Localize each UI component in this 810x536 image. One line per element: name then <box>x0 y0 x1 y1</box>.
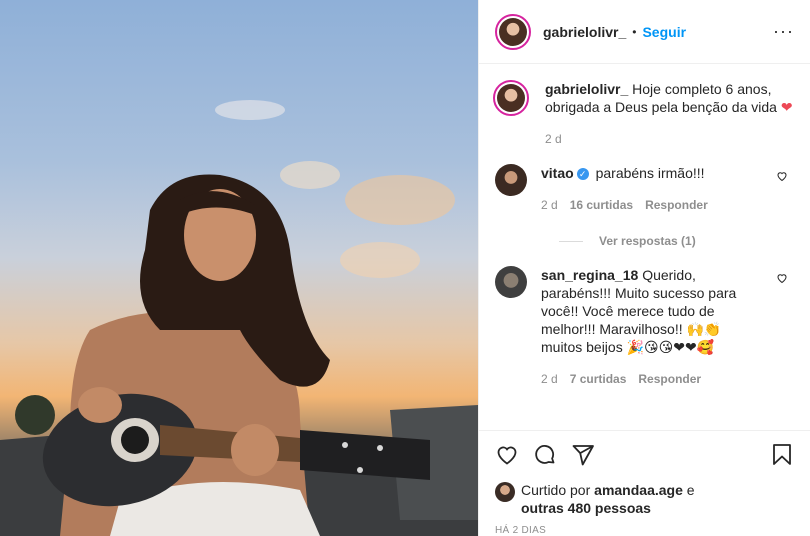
comment-bubble-icon[interactable] <box>533 443 557 472</box>
liked-by-avatar[interactable] <box>495 482 515 502</box>
commenter-avatar[interactable] <box>495 266 527 298</box>
caption-avatar[interactable] <box>493 80 529 116</box>
comment-username[interactable]: vitao <box>541 165 574 181</box>
caption: gabrielolivr_ Hoje completo 6 anos, obri… <box>493 80 794 148</box>
post-header: gabrielolivr_ • Seguir ··· <box>479 0 810 64</box>
liked-and: e <box>686 482 695 498</box>
heart-outline-icon[interactable] <box>495 443 519 472</box>
instagram-post: gabrielolivr_ • Seguir ··· gabrielolivr_… <box>0 0 810 536</box>
header-separator: • <box>632 24 637 39</box>
photo-illustration <box>0 100 478 536</box>
reply-button[interactable]: Responder <box>638 370 701 388</box>
more-options-icon[interactable]: ··· <box>773 21 794 42</box>
author-avatar[interactable] <box>495 13 531 50</box>
comment-time[interactable]: 2 d <box>541 196 558 214</box>
action-icons <box>495 441 794 473</box>
paper-plane-icon[interactable] <box>571 443 595 472</box>
caption-username[interactable]: gabrielolivr_ <box>545 81 628 97</box>
post-timestamp[interactable]: HÁ 2 DIAS <box>495 525 794 536</box>
comment-text: parabéns irmão!!! <box>595 165 705 181</box>
view-replies[interactable]: Ver respostas (1) <box>559 234 794 248</box>
liked-others[interactable]: outras 480 pessoas <box>521 500 651 516</box>
follow-button[interactable]: Seguir <box>642 24 686 40</box>
caption-time[interactable]: 2 d <box>545 130 562 148</box>
liked-user[interactable]: amandaa.age <box>594 482 683 498</box>
post-actions: Curtido por amandaa.age e outras 480 pes… <box>479 430 810 536</box>
replies-line <box>559 240 583 242</box>
comment-item: san_regina_18 Querido, parabéns!!! Muito… <box>495 266 794 388</box>
small-heart-icon[interactable] <box>776 272 788 287</box>
comment-likes[interactable]: 16 curtidas <box>570 196 633 214</box>
verified-badge-icon: ✓ <box>576 168 589 180</box>
liked-prefix: Curtido por <box>521 482 591 498</box>
bookmark-icon[interactable] <box>770 443 794 472</box>
post-photo[interactable] <box>0 0 478 536</box>
small-heart-icon[interactable] <box>776 170 788 185</box>
liked-by: Curtido por amandaa.age e outras 480 pes… <box>495 481 794 517</box>
post-side-panel: gabrielolivr_ • Seguir ··· gabrielolivr_… <box>478 0 810 536</box>
comments-list: gabrielolivr_ Hoje completo 6 anos, obri… <box>479 64 810 388</box>
red-heart-emoji: ❤ <box>780 99 793 115</box>
comment-item: vitao ✓ parabéns irmão!!! 2 d 16 curtidas… <box>495 164 794 214</box>
commenter-avatar[interactable] <box>495 164 527 196</box>
comment-username[interactable]: san_regina_18 <box>541 267 638 283</box>
comment-likes[interactable]: 7 curtidas <box>570 370 627 388</box>
reply-button[interactable]: Responder <box>645 196 708 214</box>
comment-time[interactable]: 2 d <box>541 370 558 388</box>
author-username[interactable]: gabrielolivr_ <box>543 24 626 40</box>
view-replies-label[interactable]: Ver respostas (1) <box>599 234 696 248</box>
